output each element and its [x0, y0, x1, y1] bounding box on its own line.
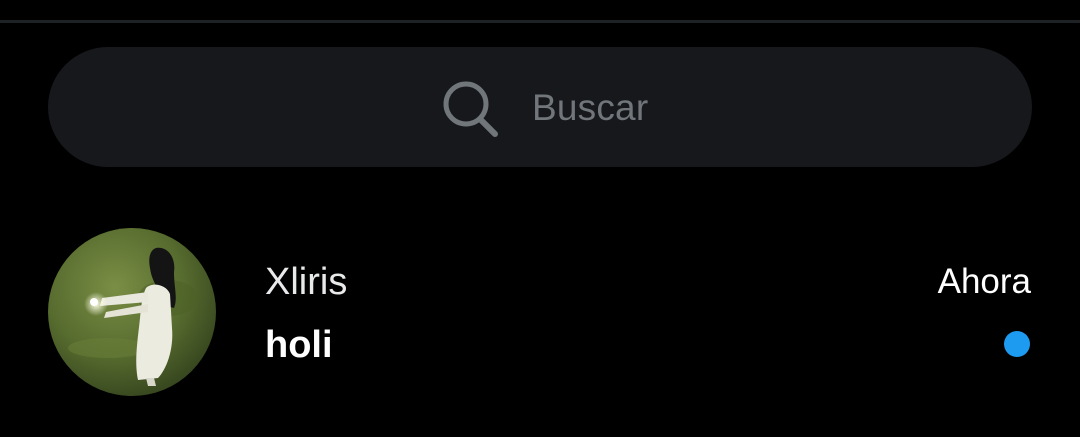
top-divider [0, 20, 1080, 23]
unread-indicator [1004, 331, 1030, 357]
search-input[interactable]: Buscar [532, 86, 648, 130]
contact-name: Xliris [265, 261, 348, 303]
message-preview: holi [265, 324, 333, 366]
timestamp: Ahora [937, 262, 1031, 301]
search-icon [443, 81, 498, 137]
avatar-photo [48, 228, 216, 396]
avatar[interactable] [48, 228, 216, 396]
conversation-item[interactable]: Xliris holi Ahora [0, 212, 1080, 412]
